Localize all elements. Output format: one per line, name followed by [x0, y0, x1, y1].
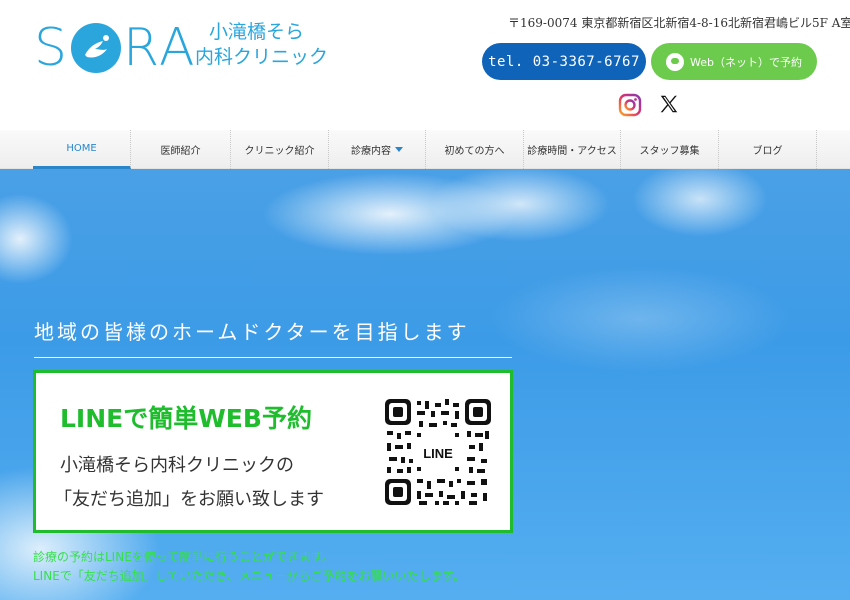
nav-label: HOME	[66, 142, 97, 154]
web-reservation-label: Web（ネット）で予約	[690, 55, 802, 69]
chat-icon	[666, 52, 684, 71]
tagline-divider	[34, 357, 512, 358]
line-banner-subtitle: 「友だち追加」をお願い致します	[54, 489, 324, 510]
line-banner-subtitle: 小滝橋そら内科クリニックの	[60, 455, 294, 476]
line-reservation-banner[interactable]: LINEで簡単WEB予約 小滝橋そら内科クリニックの 「友だち追加」をお願い致し…	[33, 370, 513, 533]
nav-item-first-visit[interactable]: 初めての方へ	[426, 130, 524, 169]
nav-item-services[interactable]: 診療内容	[329, 130, 426, 169]
nav-item-hours-access[interactable]: 診療時間・アクセス	[524, 130, 621, 169]
caret-down-icon	[395, 147, 403, 152]
nav-label: スタッフ募集	[639, 146, 700, 157]
nav-item-recruit[interactable]: スタッフ募集	[621, 130, 719, 169]
reservation-note-line: 診療の予約はLINEを使って簡単に行うことができます。	[33, 550, 334, 564]
nav-item-clinic[interactable]: クリニック紹介	[231, 130, 329, 169]
qr-line-label: LINE	[423, 446, 453, 461]
nav-item-blog[interactable]: ブログ	[719, 130, 817, 169]
clinic-name-line2: 内科クリニック	[195, 46, 329, 68]
reservation-note-line: LINEで「友だち追加」していただき、メニューからご予約をお願いいたします。	[33, 569, 466, 583]
logo-dove-icon	[71, 23, 122, 73]
logo-letter-s: S	[34, 18, 70, 78]
reservation-note: 診療の予約はLINEを使って簡単に行うことができます。 LINEで「友だち追加」…	[33, 548, 465, 586]
clinic-name[interactable]: 小滝橋そら 内科クリニック	[195, 20, 328, 70]
site-header: S RA 小滝橋そら 内科クリニック 〒169-0074 東京都新宿区北新宿4-…	[0, 0, 850, 130]
logo-letters-ra: RA	[123, 18, 197, 78]
instagram-icon[interactable]	[618, 93, 642, 117]
tel-button[interactable]: tel. 03-3367-6767	[482, 43, 646, 80]
line-qr-code[interactable]: LINE	[383, 397, 493, 507]
line-banner-title: LINEで簡単WEB予約	[60, 404, 312, 433]
clinic-logo[interactable]: S RA	[34, 18, 197, 78]
web-reservation-button[interactable]: Web（ネット）で予約	[651, 43, 817, 80]
hero-tagline: 地域の皆様のホームドクターを目指します	[34, 320, 470, 344]
nav-item-home[interactable]: HOME	[33, 130, 131, 169]
x-icon[interactable]	[658, 93, 682, 117]
nav-label: 初めての方へ	[444, 146, 505, 157]
clinic-address: 〒169-0074 東京都新宿区北新宿4-8-16北新宿君嶋ビル5F A室	[508, 16, 850, 30]
nav-label: 診療時間・アクセス	[527, 146, 617, 157]
nav-label: ブログ	[752, 146, 783, 157]
main-nav: HOME 医師紹介 クリニック紹介 診療内容 初めての方へ 診療時間・アクセス …	[0, 130, 850, 169]
nav-label: 診療内容	[351, 146, 391, 157]
nav-label: 医師紹介	[160, 146, 201, 157]
nav-item-doctor[interactable]: 医師紹介	[131, 130, 231, 169]
clinic-name-line1: 小滝橋そら	[209, 21, 305, 43]
nav-label: クリニック紹介	[244, 146, 315, 157]
